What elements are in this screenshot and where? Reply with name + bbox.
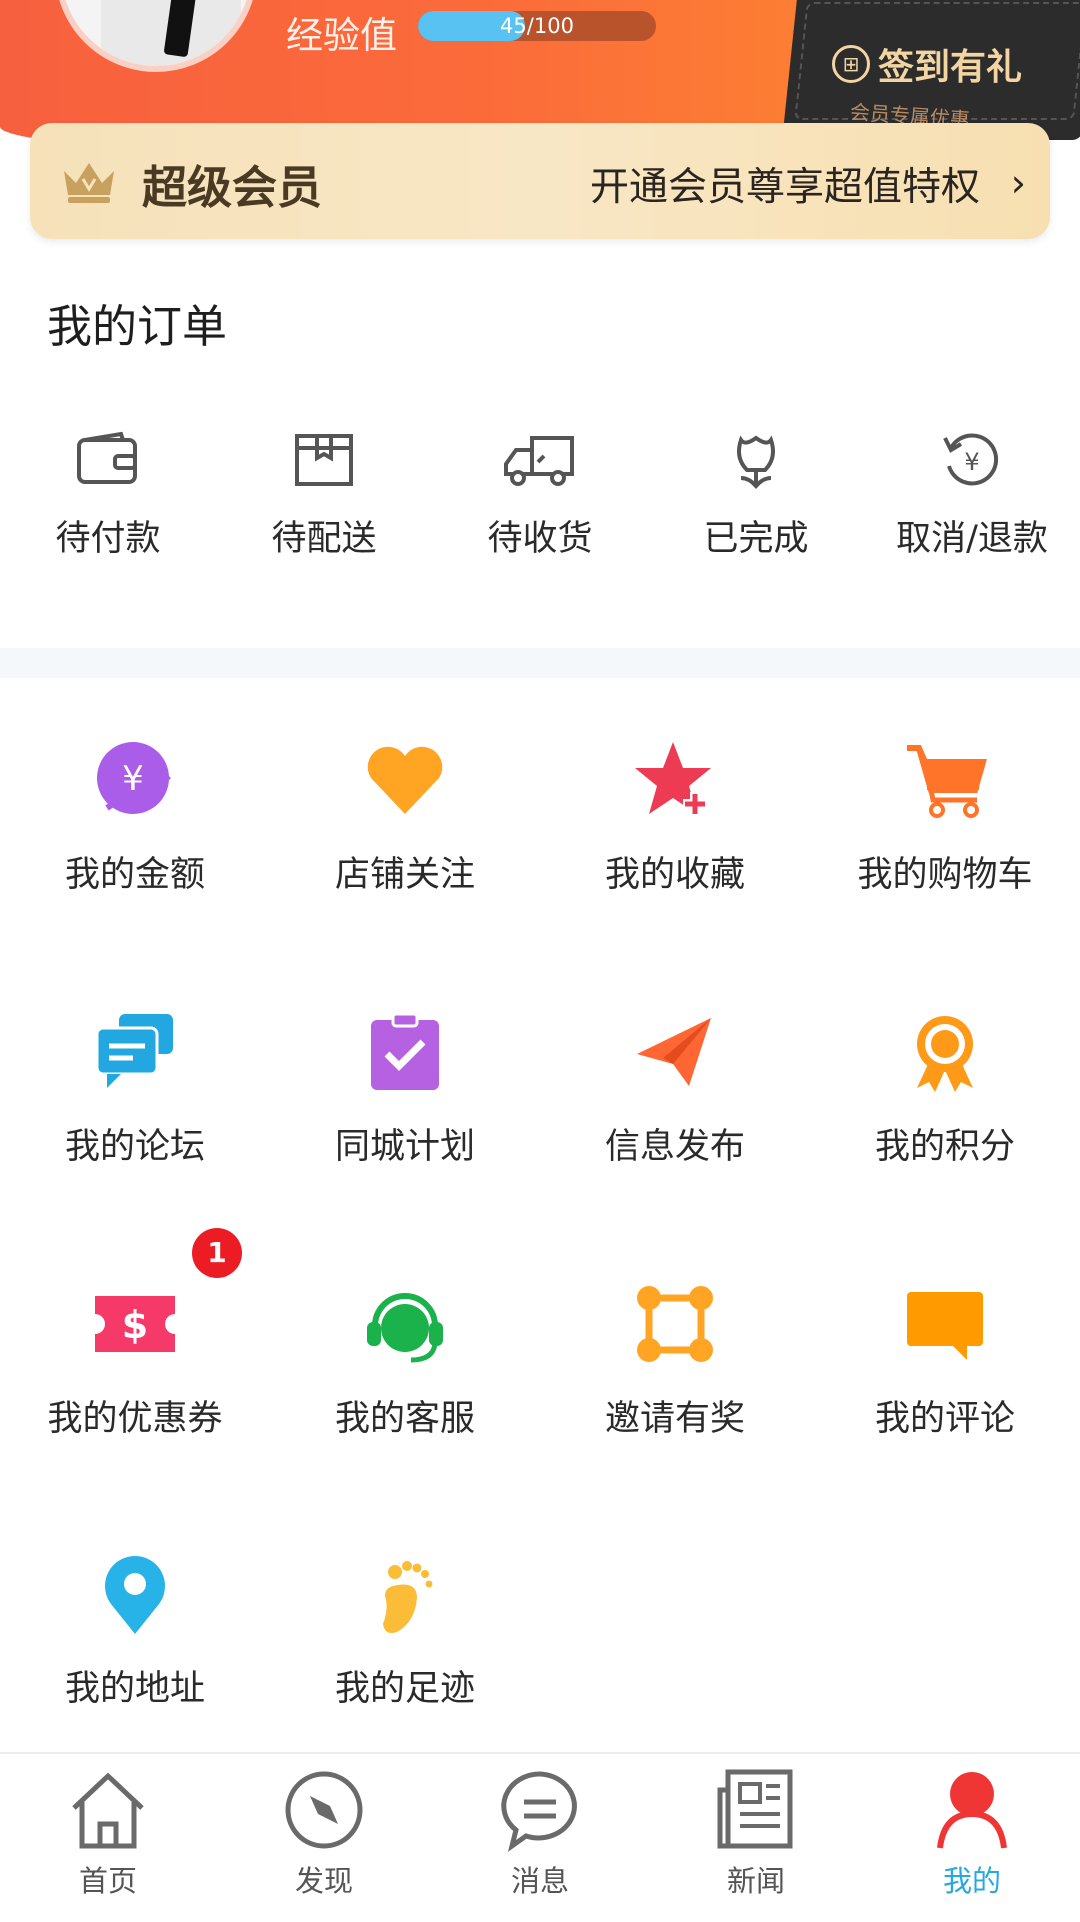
grid-item-my-money[interactable]: ¥ 我的金额	[0, 738, 270, 897]
notification-badge: 1	[192, 1228, 242, 1278]
exp-progress-text: 45/100	[500, 14, 574, 38]
grid-item-store-follow[interactable]: 店铺关注	[270, 738, 540, 897]
vip-title: 超级会员	[142, 161, 323, 214]
grid-item-footprint[interactable]: 我的足迹	[270, 1552, 540, 1711]
grid-item-city-plan[interactable]: 同城计划	[270, 1010, 540, 1169]
cart-icon	[907, 745, 987, 818]
order-refund[interactable]: ¥ 取消/退款	[882, 430, 1062, 561]
svg-text:$: $	[122, 1303, 148, 1347]
grid-item-post-info[interactable]: 信息发布	[540, 1010, 810, 1169]
exp-label: 经验值	[286, 14, 397, 57]
headset-icon	[367, 1293, 443, 1363]
grid-item-forum[interactable]: 我的论坛	[0, 1010, 270, 1169]
nav-label: 新闻	[726, 1864, 785, 1898]
grid-item-favorites[interactable]: 我的收藏	[540, 738, 810, 897]
newspaper-icon	[717, 1769, 793, 1849]
grid-label: 我的收藏	[604, 855, 745, 895]
grid-label: 我的积分	[874, 1127, 1015, 1167]
order-label: 取消/退款	[896, 519, 1048, 559]
tab-news[interactable]: 新闻	[648, 1768, 864, 1900]
grid-item-cart[interactable]: 我的购物车	[810, 738, 1080, 897]
chevron-right-icon: ›	[1010, 161, 1026, 205]
nav-label: 消息	[510, 1864, 569, 1898]
grid-label: 邀请有奖	[604, 1399, 745, 1439]
grid-label: 店铺关注	[334, 855, 475, 895]
message-icon	[501, 1771, 577, 1852]
package-icon	[295, 434, 353, 486]
location-pin-icon	[105, 1556, 165, 1634]
money-icon: ¥	[97, 742, 171, 814]
truck-icon	[504, 436, 574, 486]
flower-icon	[737, 435, 775, 490]
grid-item-invite[interactable]: 邀请有奖	[540, 1282, 810, 1441]
orders-section-title: 我的订单	[47, 300, 228, 353]
grid-label: 我的论坛	[64, 1127, 205, 1167]
nav-label: 我的	[942, 1864, 1001, 1898]
order-label: 已完成	[703, 519, 809, 559]
user-icon	[937, 1772, 1007, 1849]
exp-progress-bar: 45/100	[418, 11, 656, 41]
order-pending-delivery[interactable]: 待配送	[234, 430, 414, 561]
crown-icon	[64, 163, 114, 203]
nav-label: 发现	[294, 1864, 353, 1898]
nav-label: 首页	[78, 1864, 137, 1898]
star-plus-icon	[635, 742, 711, 816]
paper-plane-icon	[637, 1018, 711, 1086]
tab-discover[interactable]: 发现	[216, 1768, 432, 1900]
grid-label: 我的评论	[874, 1399, 1015, 1439]
bottom-navigation: 首页 发现 消息 新闻 我的	[0, 1752, 1080, 1922]
gift-icon: ⊞	[832, 45, 870, 83]
clipboard-check-icon	[371, 1012, 439, 1090]
medal-icon	[917, 1016, 973, 1092]
grid-item-comments[interactable]: 我的评论	[810, 1282, 1080, 1441]
grid-label: 我的购物车	[857, 855, 1033, 895]
grid-item-address[interactable]: 我的地址	[0, 1552, 270, 1711]
order-completed[interactable]: 已完成	[666, 430, 846, 561]
order-pending-receipt[interactable]: 待收货	[450, 430, 630, 561]
grid-item-coupons[interactable]: $ 我的优惠券	[0, 1282, 270, 1441]
section-divider	[0, 648, 1080, 678]
signin-button[interactable]: ⊞ 签到有礼	[832, 38, 1022, 90]
order-label: 待配送	[271, 519, 377, 559]
grid-label: 我的客服	[334, 1399, 475, 1439]
order-pending-payment[interactable]: 待付款	[18, 430, 198, 561]
footprint-icon	[383, 1561, 433, 1633]
tab-mine[interactable]: 我的	[864, 1768, 1080, 1900]
order-label: 待收货	[487, 519, 593, 559]
home-icon	[72, 1772, 144, 1849]
compass-icon	[285, 1771, 363, 1849]
grid-label: 我的足迹	[334, 1669, 475, 1709]
signin-label: 签到有礼	[878, 47, 1023, 88]
heart-icon	[367, 746, 443, 814]
grid-label: 我的金额	[64, 855, 205, 895]
tab-messages[interactable]: 消息	[432, 1768, 648, 1900]
wallet-icon	[77, 431, 137, 484]
grid-label: 我的优惠券	[47, 1399, 223, 1439]
comment-icon	[907, 1292, 983, 1360]
grid-label: 同城计划	[334, 1127, 475, 1167]
share-nodes-icon	[637, 1286, 713, 1362]
vip-banner[interactable]: 超级会员 开通会员尊享超值特权 ›	[30, 123, 1050, 239]
tab-home[interactable]: 首页	[0, 1768, 216, 1900]
vip-promo-text: 开通会员尊享超值特权	[589, 165, 980, 210]
grid-label: 我的地址	[64, 1669, 205, 1709]
order-status-row: 待付款 待配送 待收货 已完成 ¥ 取消/退款	[0, 430, 1080, 580]
grid-item-points[interactable]: 我的积分	[810, 1010, 1080, 1169]
chat-icon	[95, 1014, 173, 1088]
order-label: 待付款	[55, 519, 161, 559]
svg-text:¥: ¥	[964, 448, 979, 476]
grid-label: 信息发布	[604, 1127, 745, 1167]
coupon-icon: $	[95, 1296, 175, 1352]
grid-item-customer-service[interactable]: 我的客服	[270, 1282, 540, 1441]
refund-icon: ¥	[943, 433, 999, 486]
